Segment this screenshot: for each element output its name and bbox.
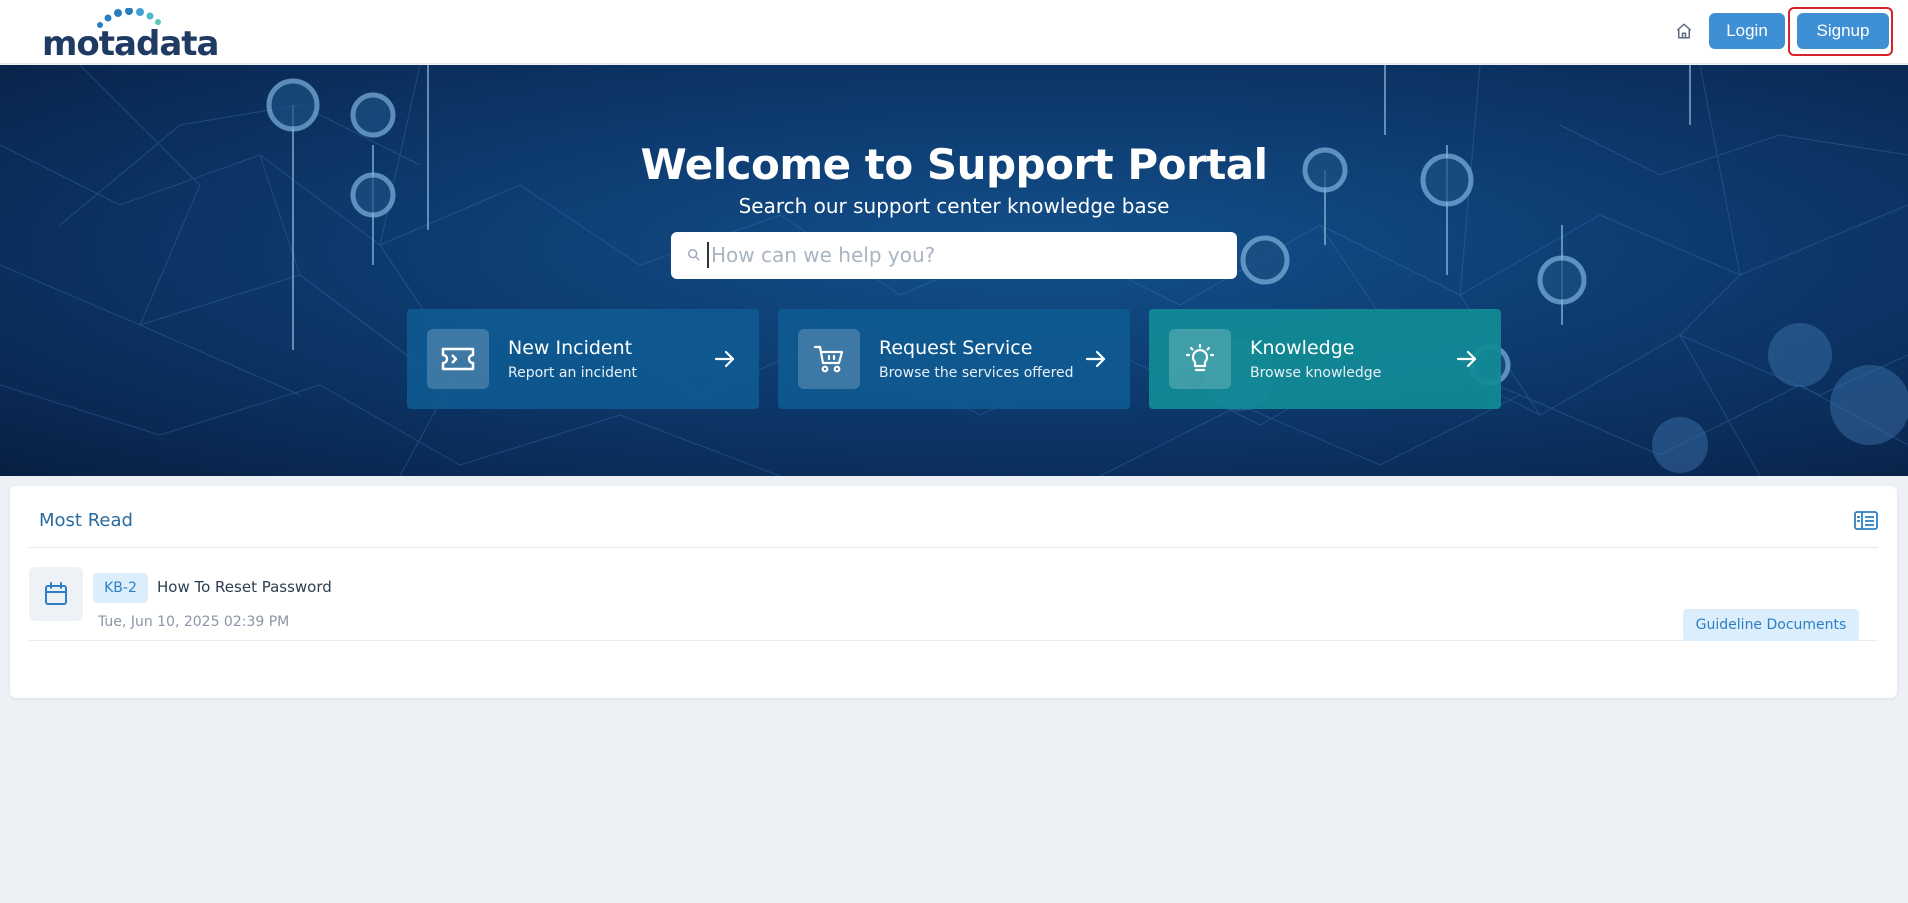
hero-title: Welcome to Support Portal: [640, 140, 1268, 189]
card-title: New Incident: [508, 337, 633, 359]
card-description: Browse knowledge: [1250, 365, 1382, 381]
card-icon-box: [1169, 329, 1231, 389]
list-item[interactable]: KB-2 How To Reset Password Tue, Jun 10, …: [29, 548, 1878, 641]
article-date: Tue, Jun 10, 2025 02:39 PM: [98, 614, 290, 630]
list-view-icon[interactable]: [1854, 509, 1878, 531]
hero-banner: Welcome to Support Portal Search our sup…: [0, 65, 1908, 476]
card-description: Report an incident: [508, 365, 637, 381]
search-icon: [688, 249, 700, 261]
most-read-panel: Most Read KB-2 How To Reset Password Tue…: [10, 486, 1897, 698]
hero-subtitle: Search our support center knowledge base: [738, 194, 1170, 218]
arrow-right-icon: [1456, 350, 1477, 368]
arrow-right-icon: [714, 350, 735, 368]
card-icon-box: [798, 329, 860, 389]
article-title-link[interactable]: How To Reset Password: [157, 578, 332, 596]
card-description: Browse the services offered: [879, 365, 1074, 381]
kb-id-badge[interactable]: KB-2: [93, 573, 148, 603]
logo-text: motadata: [42, 24, 219, 64]
lightbulb-icon: [1185, 343, 1215, 372]
home-button[interactable]: [1672, 19, 1696, 43]
card-title: Request Service: [879, 337, 1033, 359]
ticket-icon: [441, 347, 475, 371]
card-icon-box: [427, 329, 489, 389]
top-header: motadata Login Signup: [0, 0, 1908, 64]
most-read-title: Most Read: [39, 510, 133, 531]
home-icon: [1676, 23, 1692, 39]
search-input[interactable]: [707, 242, 1227, 268]
login-button[interactable]: Login: [1709, 13, 1785, 49]
request-service-card[interactable]: Request Service Browse the services offe…: [778, 309, 1130, 409]
category-badge: Guideline Documents: [1683, 609, 1859, 641]
calendar-icon-box: [29, 567, 83, 621]
motadata-logo[interactable]: motadata: [42, 8, 219, 62]
new-incident-card[interactable]: New Incident Report an incident: [407, 309, 759, 409]
knowledge-card[interactable]: Knowledge Browse knowledge: [1149, 309, 1501, 409]
calendar-icon: [45, 582, 67, 605]
card-title: Knowledge: [1250, 337, 1355, 359]
search-box[interactable]: [671, 232, 1237, 279]
arrow-right-icon: [1085, 350, 1106, 368]
cart-icon: [813, 345, 844, 373]
signup-button[interactable]: Signup: [1797, 13, 1889, 49]
